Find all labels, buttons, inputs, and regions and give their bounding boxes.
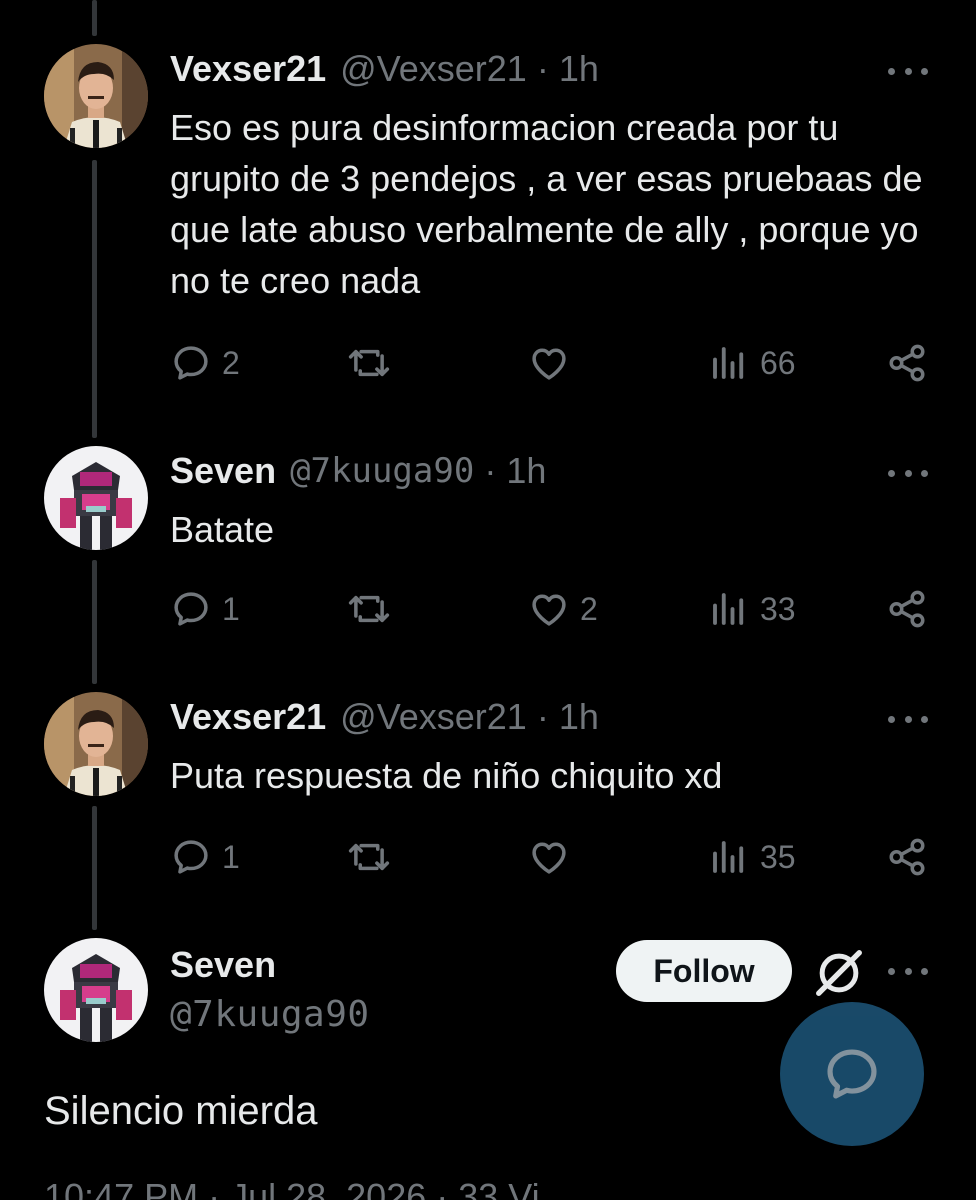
reply-button[interactable]: 1 bbox=[170, 584, 240, 634]
views-button[interactable]: 35 bbox=[708, 832, 796, 882]
action-bar: 2 66 bbox=[170, 338, 930, 388]
thread-line bbox=[92, 0, 97, 36]
user-handle[interactable]: @Vexser21 bbox=[340, 48, 527, 90]
thread-line bbox=[92, 560, 97, 684]
views-button[interactable]: 66 bbox=[708, 338, 796, 388]
reply-icon bbox=[170, 342, 212, 384]
more-icon[interactable] bbox=[888, 64, 928, 78]
views-count: 33 bbox=[760, 590, 796, 627]
reply-count: 1 bbox=[222, 838, 240, 875]
reply-count: 2 bbox=[222, 344, 240, 381]
grok-icon[interactable] bbox=[812, 946, 866, 1000]
avatar[interactable] bbox=[44, 938, 148, 1042]
views-count: 35 bbox=[760, 838, 796, 875]
thread-line bbox=[92, 806, 97, 930]
timestamp[interactable]: 1h bbox=[559, 48, 599, 90]
tweet-meta: 10:47 PM · Jul 28, 2026 · 33 Vi bbox=[44, 1176, 540, 1200]
share-icon bbox=[886, 836, 928, 878]
separator: · bbox=[484, 450, 497, 491]
display-name[interactable]: Vexser21 bbox=[170, 696, 326, 738]
retweet-icon bbox=[348, 588, 390, 630]
display-name[interactable]: Vexser21 bbox=[170, 48, 326, 90]
views-button[interactable]: 33 bbox=[708, 584, 796, 634]
user-handle[interactable]: @Vexser21 bbox=[340, 696, 527, 738]
views-count: 66 bbox=[760, 344, 796, 381]
compose-reply-icon bbox=[821, 1043, 883, 1105]
share-button[interactable] bbox=[886, 584, 928, 634]
tweet-header: Seven bbox=[170, 942, 276, 988]
avatar[interactable] bbox=[44, 446, 148, 550]
user-handle[interactable]: @7kuuga90 bbox=[170, 994, 370, 1035]
share-icon bbox=[886, 342, 928, 384]
follow-button[interactable]: Follow bbox=[616, 940, 792, 1002]
share-button[interactable] bbox=[886, 338, 928, 388]
timestamp[interactable]: 1h bbox=[559, 696, 599, 738]
tweet-text: Silencio mierda bbox=[44, 1089, 318, 1133]
retweet-button[interactable] bbox=[348, 584, 400, 634]
reply-button[interactable]: 2 bbox=[170, 338, 240, 388]
retweet-button[interactable] bbox=[348, 832, 400, 882]
more-icon[interactable] bbox=[888, 712, 928, 726]
tweet-header: Seven @7kuuga90 · 1h bbox=[170, 448, 546, 494]
heart-icon bbox=[528, 342, 570, 384]
reply-count: 1 bbox=[222, 590, 240, 627]
avatar[interactable] bbox=[44, 692, 148, 796]
share-icon bbox=[886, 588, 928, 630]
display-name[interactable]: Seven bbox=[170, 944, 276, 986]
tweet-header: Vexser21 @Vexser21 · 1h bbox=[170, 694, 599, 740]
action-bar: 1 35 bbox=[170, 832, 930, 882]
separator: · bbox=[536, 696, 549, 737]
thread-line bbox=[92, 160, 97, 438]
retweet-button[interactable] bbox=[348, 338, 400, 388]
display-name[interactable]: Seven bbox=[170, 450, 276, 492]
views-icon bbox=[708, 836, 750, 878]
timestamp[interactable]: 1h bbox=[506, 450, 546, 492]
tweet-header: Vexser21 @Vexser21 · 1h bbox=[170, 46, 599, 92]
user-handle[interactable]: @7kuuga90 bbox=[290, 451, 474, 491]
avatar[interactable] bbox=[44, 44, 148, 148]
reply-button[interactable]: 1 bbox=[170, 832, 240, 882]
more-icon[interactable] bbox=[888, 964, 928, 978]
retweet-icon bbox=[348, 836, 390, 878]
action-bar: 1 2 33 bbox=[170, 584, 930, 634]
views-icon bbox=[708, 588, 750, 630]
tweet-text: Batate bbox=[170, 509, 275, 550]
tweet-thread-page: Vexser21 @Vexser21 · 1h Eso es pura desi… bbox=[0, 0, 976, 1200]
like-button[interactable]: 2 bbox=[528, 584, 598, 634]
compose-reply-button[interactable] bbox=[780, 1002, 924, 1146]
like-count: 2 bbox=[580, 590, 598, 627]
reply-icon bbox=[170, 588, 212, 630]
tweet-text: Eso es pura desinformacion creada por tu… bbox=[170, 107, 923, 301]
more-icon[interactable] bbox=[888, 466, 928, 480]
like-button[interactable] bbox=[528, 832, 580, 882]
share-button[interactable] bbox=[886, 832, 928, 882]
heart-icon bbox=[528, 836, 570, 878]
heart-icon bbox=[528, 588, 570, 630]
like-button[interactable] bbox=[528, 338, 580, 388]
reply-icon bbox=[170, 836, 212, 878]
retweet-icon bbox=[348, 342, 390, 384]
separator: · bbox=[536, 48, 549, 89]
views-icon bbox=[708, 342, 750, 384]
tweet-text: Puta respuesta de niño chiquito xd bbox=[170, 755, 723, 796]
